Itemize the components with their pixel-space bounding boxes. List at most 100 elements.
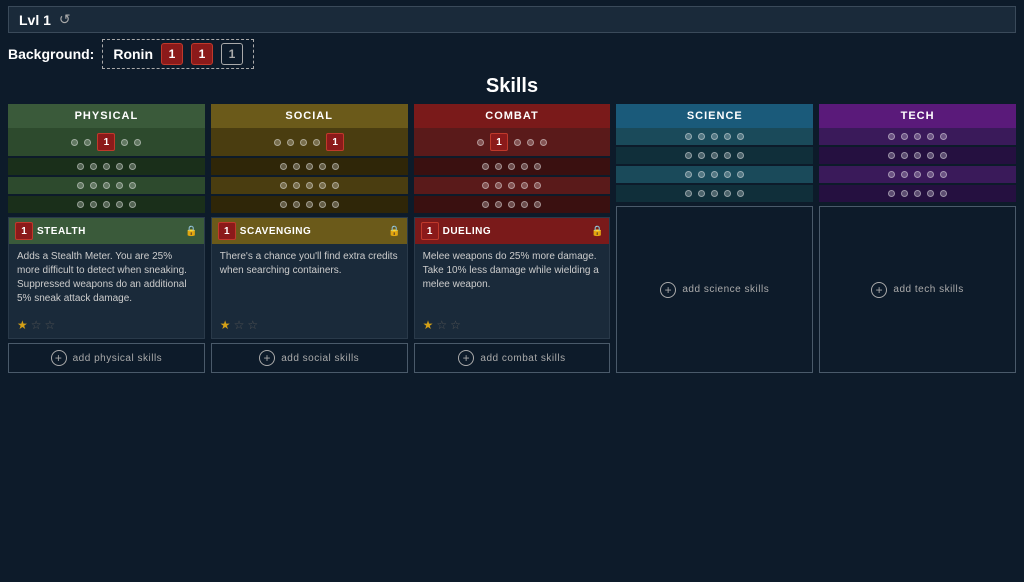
scavenging-description: There's a chance you'll find extra credi… — [212, 244, 407, 314]
background-badge-2: 1 — [191, 43, 213, 65]
dot — [927, 152, 934, 159]
add-physical-label: add physical skills — [73, 353, 163, 364]
combat-dot-row-4 — [414, 196, 611, 213]
scavenging-lock-icon: 🔒 — [388, 226, 400, 237]
dot — [940, 152, 947, 159]
dot — [521, 163, 528, 170]
add-physical-skills-button[interactable]: + add physical skills — [8, 343, 205, 373]
dot — [129, 163, 136, 170]
category-header-combat: COMBAT — [414, 104, 611, 128]
dot — [495, 163, 502, 170]
dot — [698, 152, 705, 159]
add-science-skills-button[interactable]: + add science skills — [616, 206, 813, 373]
dot — [116, 182, 123, 189]
star-3: ☆ — [45, 318, 56, 332]
dueling-header-left: 1 DUELING — [421, 222, 492, 240]
dot — [77, 182, 84, 189]
stealth-description: Adds a Stealth Meter. You are 25% more d… — [9, 244, 204, 314]
dot — [71, 139, 78, 146]
dot — [287, 139, 294, 146]
add-social-skills-button[interactable]: + add social skills — [211, 343, 408, 373]
dot — [274, 139, 281, 146]
dot — [540, 139, 547, 146]
star-2: ☆ — [436, 318, 447, 332]
skills-grid: PHYSICAL 1 — [0, 104, 1024, 373]
plus-icon: + — [51, 350, 67, 366]
dot — [888, 190, 895, 197]
category-header-tech: TECH — [819, 104, 1016, 128]
dot — [685, 190, 692, 197]
dot — [319, 163, 326, 170]
dot — [103, 201, 110, 208]
physical-dot-row-4 — [8, 196, 205, 213]
combat-column: COMBAT 1 — [414, 104, 611, 373]
add-combat-skills-button[interactable]: + add combat skills — [414, 343, 611, 373]
dot — [103, 163, 110, 170]
physical-dot-row-3 — [8, 177, 205, 194]
star-1: ★ — [220, 318, 231, 332]
combat-dot-row-3 — [414, 177, 611, 194]
social-dot-row-2 — [211, 158, 408, 175]
add-tech-skills-button[interactable]: + add tech skills — [819, 206, 1016, 373]
social-dot-row-4 — [211, 196, 408, 213]
background-badge-3: 1 — [221, 43, 243, 65]
science-dot-rows — [616, 128, 813, 202]
dot — [332, 201, 339, 208]
dot — [306, 163, 313, 170]
dot — [477, 139, 484, 146]
background-box: Ronin 1 1 1 — [102, 39, 254, 69]
dot — [534, 163, 541, 170]
dot — [724, 190, 731, 197]
category-header-social: SOCIAL — [211, 104, 408, 128]
background-name: Ronin — [113, 46, 153, 62]
dot — [90, 182, 97, 189]
dot — [129, 182, 136, 189]
social-column: SOCIAL 1 — [211, 104, 408, 373]
science-column: SCIENCE — [616, 104, 813, 373]
dot — [306, 182, 313, 189]
dot — [508, 182, 515, 189]
dot — [482, 163, 489, 170]
star-2: ☆ — [31, 318, 42, 332]
dot — [313, 139, 320, 146]
science-dot-row-4 — [616, 185, 813, 202]
dot — [482, 201, 489, 208]
plus-icon: + — [259, 350, 275, 366]
physical-dot-row-2 — [8, 158, 205, 175]
background-row: Background: Ronin 1 1 1 — [8, 39, 1016, 69]
scavenging-level-badge: 1 — [218, 222, 236, 240]
refresh-icon[interactable]: ↺ — [59, 11, 71, 28]
dot — [508, 163, 515, 170]
top-bar: Lvl 1 ↺ — [8, 6, 1016, 33]
dot — [90, 163, 97, 170]
combat-skill-badge: 1 — [490, 133, 508, 151]
star-1: ★ — [17, 318, 28, 332]
dot — [914, 171, 921, 178]
dot — [280, 182, 287, 189]
tech-dot-row-4 — [819, 185, 1016, 202]
dot — [129, 201, 136, 208]
stealth-lock-icon: 🔒 — [185, 226, 197, 237]
dot — [121, 139, 128, 146]
dot — [940, 133, 947, 140]
dot — [914, 152, 921, 159]
dot — [901, 171, 908, 178]
dot — [90, 201, 97, 208]
physical-dot-rows: 1 — [8, 128, 205, 213]
dot — [737, 133, 744, 140]
dot — [84, 139, 91, 146]
dot — [927, 133, 934, 140]
dot — [495, 201, 502, 208]
combat-dot-rows: 1 — [414, 128, 611, 213]
dot — [888, 133, 895, 140]
dot — [737, 171, 744, 178]
dot — [888, 171, 895, 178]
dot — [280, 163, 287, 170]
dot — [116, 201, 123, 208]
dot — [77, 201, 84, 208]
dot — [293, 201, 300, 208]
dueling-stars: ★ ☆ ☆ — [415, 314, 610, 338]
add-combat-label: add combat skills — [480, 353, 565, 364]
dot — [927, 190, 934, 197]
social-dot-row-1: 1 — [211, 128, 408, 156]
